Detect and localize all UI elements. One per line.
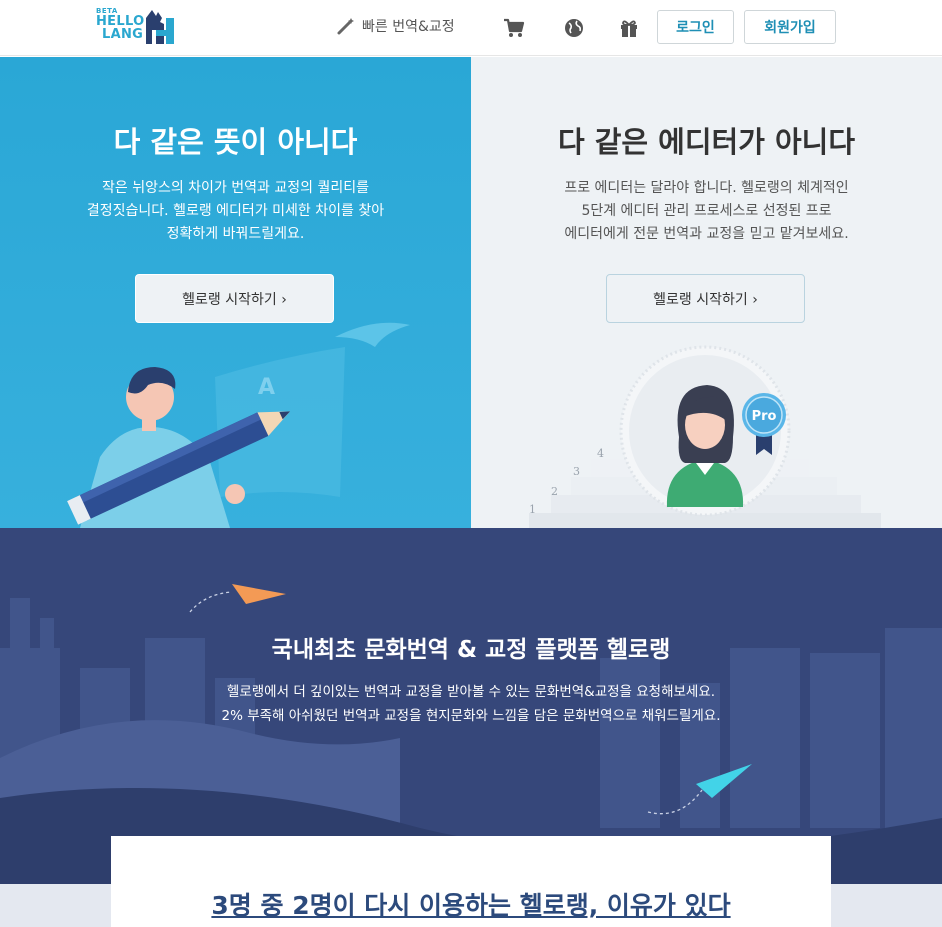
hero-left-desc-line: 정확하게 바꿔드릴게요. [166,226,305,242]
band-desc-line: 2% 부족해 아쉬웠던 번역과 교정을 현지문화와 느낌을 담은 문화번역으로 … [221,708,721,724]
globe-icon[interactable] [563,17,585,39]
page: BETA HELLO LANG 빠른 번역&교정 로그인 회원가입 다 같은 뜻… [0,0,942,927]
paper-letter-a: A [258,375,275,400]
hero-right-description: 프로 에디터는 달라야 합니다. 헬로랭의 체계적인 5단계 에디터 관리 프로… [471,177,942,246]
hero-left-desc-line: 결정짓습니다. 헬로랭 에디터가 미세한 차이를 찾아 [86,203,385,219]
reason-card: 3명 중 2명이 다시 이용하는 헬로랭, 이유가 있다 [111,836,831,927]
hero-left-panel: 다 같은 뜻이 아니다 작은 뉘앙스의 차이가 번역과 교정의 퀄리티를 결정짓… [0,57,471,528]
band-desc-line: 헬로랭에서 더 깊이있는 번역과 교정을 받아볼 수 있는 문화번역&교정을 요… [226,684,716,700]
hero-left-title: 다 같은 뜻이 아니다 [113,125,358,159]
hero-right-start-button[interactable]: 헬로랭 시작하기 › [606,274,805,323]
hero-right-desc-line: 에디터에게 전문 번역과 교정을 믿고 맡겨보세요. [564,226,849,242]
step-label: 3 [573,465,580,478]
signup-button[interactable]: 회원가입 [744,10,836,44]
cart-icon[interactable] [503,17,525,39]
step-label: 1 [529,503,536,516]
step-label: 2 [551,485,558,498]
gift-icon[interactable] [618,17,640,39]
hero-right-title: 다 같은 에디터가 아니다 [557,125,856,159]
hero-left-desc-line: 작은 뉘앙스의 차이가 번역과 교정의 퀄리티를 [102,180,369,196]
pencil-writer-illustration: A [67,322,410,528]
reason-card-title-link[interactable]: 3명 중 2명이 다시 이용하는 헬로랭, 이유가 있다 [111,886,831,922]
logo-dog-mark [146,10,174,44]
pro-editor-illustration: 1 2 3 4 Pro [529,345,881,528]
hero-right-panel: 다 같은 에디터가 아니다 프로 에디터는 달라야 합니다. 헬로랭의 체계적인… [471,57,942,528]
hero-left-description: 작은 뉘앙스의 차이가 번역과 교정의 퀄리티를 결정짓습니다. 헬로랭 에디터… [0,177,471,246]
logo-line2: LANG [102,27,144,42]
top-header: BETA HELLO LANG 빠른 번역&교정 로그인 회원가입 [0,0,942,56]
band-title: 국내최초 문화번역 & 교정 플랫폼 헬로랭 [271,637,671,663]
hero-right-desc-line: 프로 에디터는 달라야 합니다. 헬로랭의 체계적인 [564,180,849,196]
nav-quick-translate[interactable]: 빠른 번역&교정 [336,16,455,36]
pro-badge-label: Pro [752,409,777,424]
hero-right-desc-line: 5단계 에디터 관리 프로세스로 선정된 프로 [581,203,832,219]
step-label: 4 [597,447,604,460]
login-button[interactable]: 로그인 [657,10,734,44]
nav-quick-translate-label: 빠른 번역&교정 [362,19,455,35]
hellolang-logo[interactable]: BETA HELLO LANG [96,6,180,46]
band-description: 헬로랭에서 더 깊이있는 번역과 교정을 받아볼 수 있는 문화번역&교정을 요… [0,680,942,728]
magic-wand-icon [337,18,354,35]
